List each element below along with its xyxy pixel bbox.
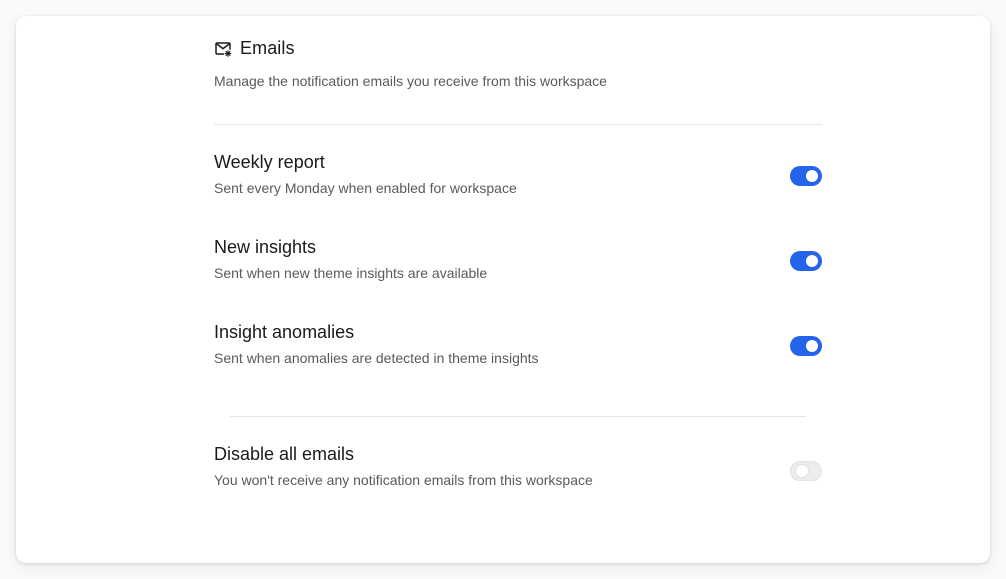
- section-title: Emails: [240, 38, 295, 58]
- toggle-knob: [796, 465, 808, 477]
- setting-row-insight-anomalies: Insight anomalies Sent when anomalies ar…: [214, 322, 822, 372]
- section-header: Emails: [214, 38, 295, 59]
- divider: [214, 124, 822, 125]
- setting-title: Weekly report: [214, 152, 325, 172]
- setting-row-disable-all: Disable all emails You won't receive any…: [214, 444, 822, 494]
- weekly-report-toggle[interactable]: [790, 166, 822, 186]
- new-insights-toggle[interactable]: [790, 251, 822, 271]
- disable-all-emails-toggle[interactable]: [790, 461, 822, 481]
- toggle-knob: [806, 255, 818, 267]
- insight-anomalies-toggle[interactable]: [790, 336, 822, 356]
- toggle-knob: [806, 340, 818, 352]
- setting-subtitle: You won't receive any notification email…: [214, 472, 593, 488]
- email-settings-card: Emails Manage the notification emails yo…: [16, 16, 990, 563]
- toggle-knob: [806, 170, 818, 182]
- setting-title: Insight anomalies: [214, 322, 355, 342]
- setting-row-weekly-report: Weekly report Sent every Monday when ena…: [214, 152, 822, 202]
- setting-subtitle: Sent when anomalies are detected in them…: [214, 350, 539, 366]
- setting-title: Disable all emails: [214, 444, 355, 464]
- section-description: Manage the notification emails you recei…: [214, 73, 607, 89]
- mail-settings-icon: [214, 40, 232, 58]
- divider: [230, 416, 806, 417]
- setting-title: New insights: [214, 237, 317, 257]
- setting-subtitle: Sent when new theme insights are availab…: [214, 265, 488, 281]
- setting-row-new-insights: New insights Sent when new theme insight…: [214, 237, 822, 287]
- setting-subtitle: Sent every Monday when enabled for works…: [214, 180, 517, 196]
